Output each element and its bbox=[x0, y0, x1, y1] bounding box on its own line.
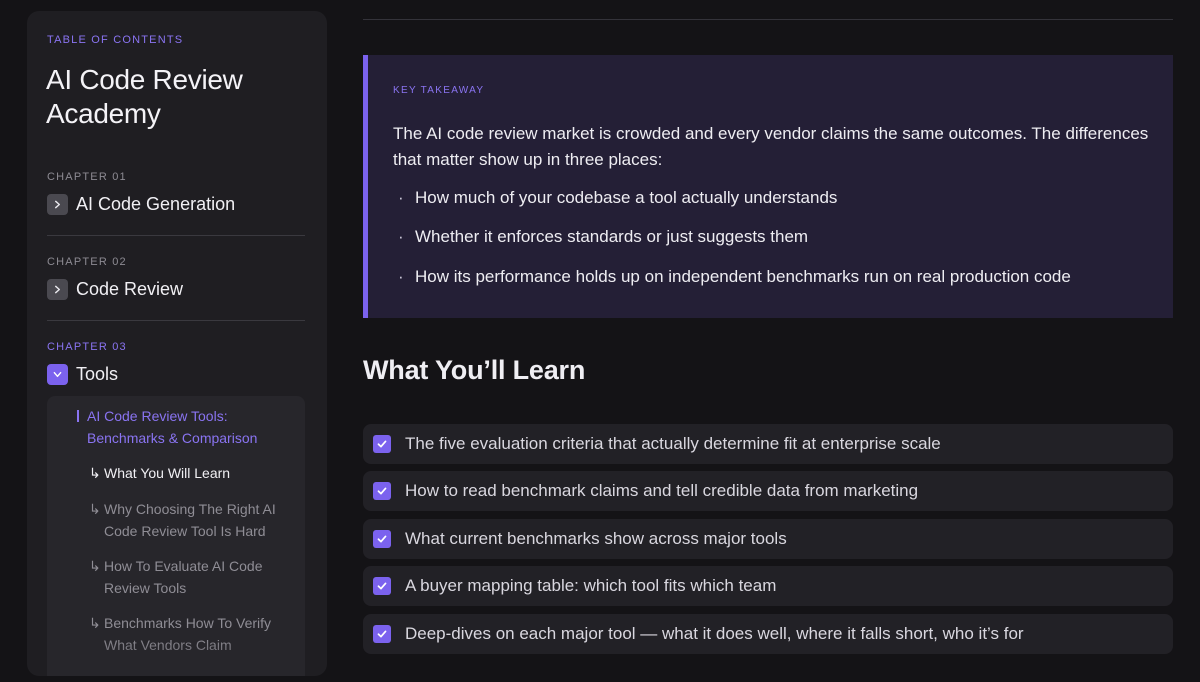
learn-item: What current benchmarks show across majo… bbox=[363, 519, 1173, 559]
chapter-number: CHAPTER 03 bbox=[47, 341, 127, 353]
check-icon bbox=[373, 625, 391, 643]
bullet-dot-icon: · bbox=[398, 267, 404, 286]
return-arrow-icon: ↳ bbox=[89, 558, 101, 574]
takeaway-bullet: · Whether it enforces standards or just … bbox=[398, 224, 808, 250]
chapter-toggle-code-review[interactable]: Code Review bbox=[47, 279, 305, 300]
takeaway-label: KEY TAKEAWAY bbox=[393, 85, 485, 96]
learn-item: How to read benchmark claims and tell cr… bbox=[363, 471, 1173, 511]
check-icon bbox=[373, 482, 391, 500]
return-arrow-icon: ↳ bbox=[89, 501, 101, 517]
subnav-item-why-choosing[interactable]: ↳ Why Choosing The Right AI Code Review … bbox=[89, 498, 289, 542]
learn-item-text: Deep-dives on each major tool — what it … bbox=[405, 624, 1024, 643]
active-indicator bbox=[77, 410, 79, 422]
bullet-text: How its performance holds up on independ… bbox=[415, 267, 1071, 286]
chapter-divider bbox=[47, 235, 305, 236]
chapter-number: CHAPTER 02 bbox=[47, 256, 127, 268]
takeaway-bullet: · How its performance holds up on indepe… bbox=[398, 264, 1071, 290]
subnav-item-label: Why Choosing The Right AI Code Review To… bbox=[104, 501, 276, 539]
chapter-number: CHAPTER 01 bbox=[47, 171, 127, 183]
chevron-right-icon bbox=[47, 194, 68, 215]
subnav-active-section[interactable]: AI Code Review Tools: Benchmarks & Compa… bbox=[77, 405, 297, 449]
chapter-divider bbox=[47, 320, 305, 321]
return-arrow-icon: ↳ bbox=[89, 465, 101, 481]
key-takeaway-callout: KEY TAKEAWAY The AI code review market i… bbox=[363, 55, 1173, 318]
check-icon bbox=[373, 435, 391, 453]
subnav-item-what-you-will-learn[interactable]: ↳ What You Will Learn bbox=[89, 462, 289, 484]
chapter-name: Code Review bbox=[76, 279, 184, 299]
subnav-section-label: AI Code Review Tools: Benchmarks & Compa… bbox=[87, 408, 258, 446]
learn-item-text: The five evaluation criteria that actual… bbox=[405, 434, 941, 453]
chapter-02: CHAPTER 02 Code Review bbox=[47, 256, 305, 300]
course-title: AI Code Review Academy bbox=[46, 64, 243, 129]
bullet-text: Whether it enforces standards or just su… bbox=[415, 227, 809, 246]
chapter-subnav: AI Code Review Tools: Benchmarks & Compa… bbox=[47, 396, 305, 676]
check-icon bbox=[373, 530, 391, 548]
chapter-name: AI Code Generation bbox=[76, 194, 236, 214]
takeaway-bullet: · How much of your codebase a tool actua… bbox=[398, 185, 837, 211]
chevron-right-icon bbox=[47, 279, 68, 300]
return-arrow-icon: ↳ bbox=[89, 615, 101, 631]
chapter-03: CHAPTER 03 Tools bbox=[47, 341, 305, 385]
section-heading-what-youll-learn: What You’ll Learn bbox=[363, 355, 586, 385]
bullet-dot-icon: · bbox=[398, 227, 404, 246]
chapter-toggle-tools[interactable]: Tools bbox=[47, 364, 305, 385]
chapter-toggle-ai-code-generation[interactable]: AI Code Generation bbox=[47, 194, 305, 215]
learn-item: Deep-dives on each major tool — what it … bbox=[363, 614, 1173, 654]
chapter-01: CHAPTER 01 AI Code Generation bbox=[47, 171, 305, 215]
chevron-down-icon bbox=[47, 364, 68, 385]
table-of-contents-sidebar: TABLE OF CONTENTS AI Code Review Academy… bbox=[27, 11, 327, 676]
check-icon bbox=[373, 577, 391, 595]
subnav-item-how-to-evaluate[interactable]: ↳ How To Evaluate AI Code Review Tools bbox=[89, 555, 289, 599]
learn-item-text: A buyer mapping table: which tool fits w… bbox=[405, 576, 777, 595]
subnav-item-label: What You Will Learn bbox=[104, 465, 231, 481]
subnav-item-benchmarks[interactable]: ↳ Benchmarks How To Verify What Vendors … bbox=[89, 612, 289, 656]
learn-item: The five evaluation criteria that actual… bbox=[363, 424, 1173, 464]
subnav-item-label: How To Evaluate AI Code Review Tools bbox=[104, 558, 263, 596]
bullet-dot-icon: · bbox=[398, 188, 404, 207]
learn-item: A buyer mapping table: which tool fits w… bbox=[363, 566, 1173, 606]
learn-item-text: How to read benchmark claims and tell cr… bbox=[405, 481, 919, 500]
learn-item-text: What current benchmarks show across majo… bbox=[405, 529, 787, 548]
toc-label: TABLE OF CONTENTS bbox=[47, 34, 184, 46]
chapter-name: Tools bbox=[76, 364, 119, 384]
takeaway-text: The AI code review market is crowded and… bbox=[393, 124, 1149, 169]
subnav-item-label: Benchmarks How To Verify What Vendors Cl… bbox=[104, 615, 272, 653]
bullet-text: How much of your codebase a tool actuall… bbox=[415, 188, 838, 207]
top-divider bbox=[363, 19, 1173, 20]
